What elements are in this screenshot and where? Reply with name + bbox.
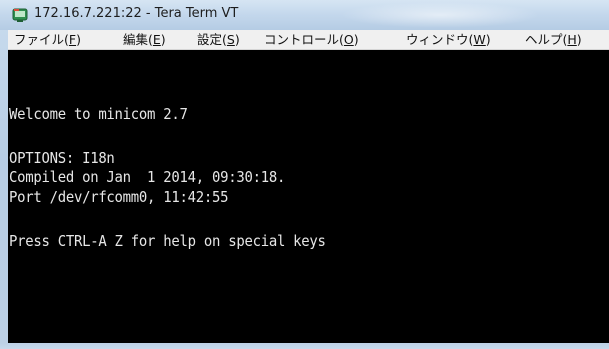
title-glow xyxy=(340,2,540,28)
menu-setup[interactable]: 設定(S) xyxy=(197,31,240,48)
terminal-line: Port /dev/rfcomm0, 11:42:55 xyxy=(9,188,229,206)
terminal-screen[interactable]: Welcome to minicom 2.7 OPTIONS: I18n Com… xyxy=(8,50,609,343)
menu-file[interactable]: ファイル(F) xyxy=(14,31,81,48)
menu-window[interactable]: ウィンドウ(W) xyxy=(406,31,491,48)
terminal-line: Welcome to minicom 2.7 xyxy=(9,105,188,123)
menu-edit[interactable]: 編集(E) xyxy=(123,31,166,48)
tera-term-window: 172.16.7.221:22 - Tera Term VT ファイル(F) 編… xyxy=(0,0,609,349)
title-bar[interactable]: 172.16.7.221:22 - Tera Term VT xyxy=(0,0,609,30)
window-bottom-border xyxy=(0,343,609,349)
terminal-line: Press CTRL-A Z for help on special keys xyxy=(9,232,326,250)
tera-term-app-icon xyxy=(12,8,28,22)
menu-bar: ファイル(F) 編集(E) 設定(S) コントロール(O) ウィンドウ(W) ヘ… xyxy=(8,30,609,50)
window-title: 172.16.7.221:22 - Tera Term VT xyxy=(34,6,239,21)
menu-help[interactable]: ヘルプ(H) xyxy=(525,31,582,48)
terminal-line: Compiled on Jan 1 2014, 09:30:18. xyxy=(9,168,286,186)
menu-control[interactable]: コントロール(O) xyxy=(264,31,359,48)
terminal-line: OPTIONS: I18n xyxy=(9,149,115,167)
